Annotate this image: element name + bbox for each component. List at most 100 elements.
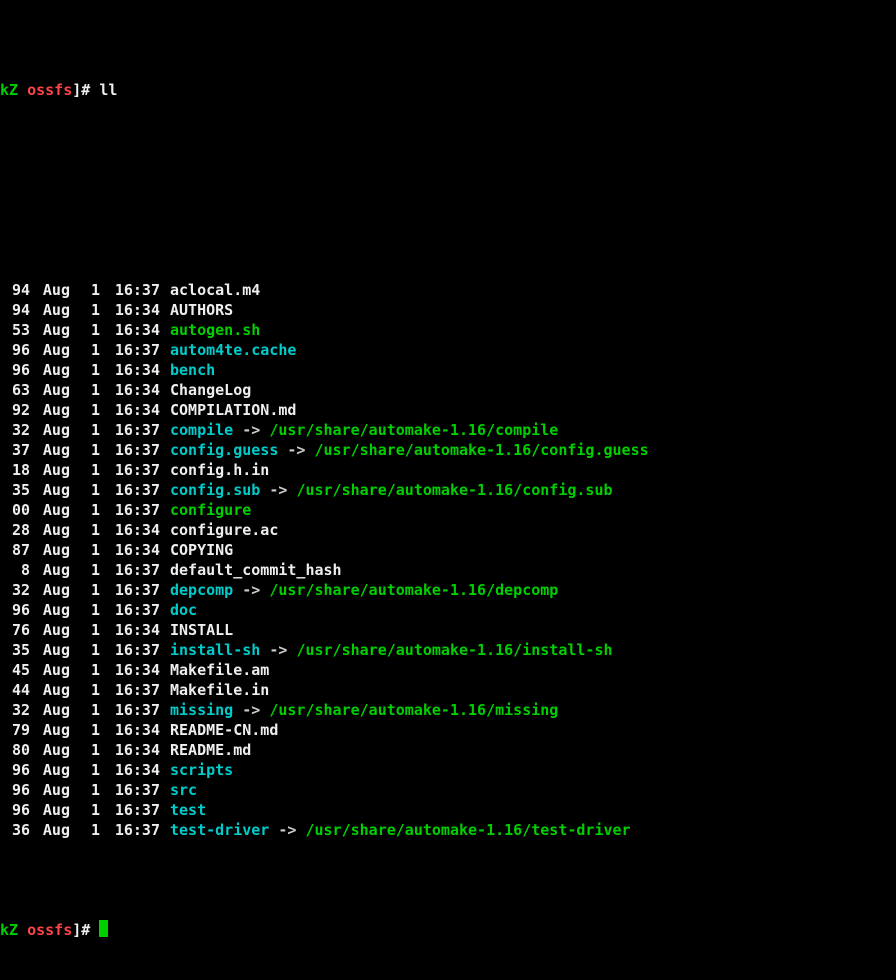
file-size: 94: [0, 300, 30, 320]
file-size: 80: [0, 740, 30, 760]
file-day: 1: [70, 420, 100, 440]
file-name-text: README.md: [170, 741, 251, 759]
file-name-text: scripts: [170, 761, 233, 779]
prompt-bracket: ]: [72, 80, 81, 100]
file-name: configure: [160, 500, 251, 520]
file-name-text: aclocal.m4: [170, 281, 260, 299]
file-day: 1: [70, 440, 100, 460]
file-time: 16:37: [100, 600, 160, 620]
file-month: Aug: [30, 480, 70, 500]
list-item: 18Aug116:37config.h.in: [0, 460, 896, 480]
file-month: Aug: [30, 560, 70, 580]
prompt-line-bottom[interactable]: kZ ossfs ] #: [0, 920, 896, 940]
file-name-text: missing: [170, 701, 233, 719]
file-month: Aug: [30, 580, 70, 600]
list-item: 00Aug116:37configure: [0, 500, 896, 520]
file-size: 53: [0, 320, 30, 340]
symlink-target: /usr/share/automake-1.16/test-driver: [305, 821, 630, 839]
file-size: 35: [0, 480, 30, 500]
file-size: 96: [0, 360, 30, 380]
file-name-text: config.guess: [170, 441, 278, 459]
file-name: configure.ac: [160, 520, 278, 540]
list-item: 28Aug116:34configure.ac: [0, 520, 896, 540]
file-time: 16:34: [100, 520, 160, 540]
file-month: Aug: [30, 420, 70, 440]
file-month: Aug: [30, 440, 70, 460]
symlink-target: /usr/share/automake-1.16/install-sh: [296, 641, 612, 659]
file-time: 16:34: [100, 300, 160, 320]
file-time: 16:37: [100, 800, 160, 820]
file-name: autom4te.cache: [160, 340, 296, 360]
symlink-target: /usr/share/automake-1.16/config.sub: [296, 481, 612, 499]
file-name: AUTHORS: [160, 300, 233, 320]
file-month: Aug: [30, 400, 70, 420]
file-size: 94: [0, 280, 30, 300]
file-name: config.h.in: [160, 460, 269, 480]
prompt-host: kZ: [0, 80, 18, 100]
file-day: 1: [70, 480, 100, 500]
file-time: 16:37: [100, 580, 160, 600]
prompt-bracket: ]: [72, 920, 81, 940]
file-time: 16:34: [100, 620, 160, 640]
file-month: Aug: [30, 540, 70, 560]
file-time: 16:37: [100, 440, 160, 460]
file-time: 16:34: [100, 540, 160, 560]
symlink-arrow: ->: [278, 441, 314, 459]
prompt-marker: #: [81, 920, 90, 940]
file-time: 16:37: [100, 340, 160, 360]
list-item: 45Aug116:34Makefile.am: [0, 660, 896, 680]
file-month: Aug: [30, 360, 70, 380]
file-month: Aug: [30, 520, 70, 540]
file-name: default_commit_hash: [160, 560, 342, 580]
file-time: 16:34: [100, 400, 160, 420]
file-size: 96: [0, 760, 30, 780]
file-time: 16:37: [100, 700, 160, 720]
list-item: 96Aug116:34bench: [0, 360, 896, 380]
file-month: Aug: [30, 660, 70, 680]
file-name: aclocal.m4: [160, 280, 260, 300]
file-day: 1: [70, 820, 100, 840]
file-name-text: src: [170, 781, 197, 799]
file-month: Aug: [30, 780, 70, 800]
file-size: 96: [0, 340, 30, 360]
file-name-text: ChangeLog: [170, 381, 251, 399]
file-time: 16:37: [100, 500, 160, 520]
file-time: 16:34: [100, 360, 160, 380]
file-name: test: [160, 800, 206, 820]
list-item: 35Aug116:37install-sh -> /usr/share/auto…: [0, 640, 896, 660]
file-listing: 94Aug116:37aclocal.m494Aug116:34AUTHORS5…: [0, 280, 896, 840]
file-day: 1: [70, 460, 100, 480]
list-item: 37Aug116:37config.guess -> /usr/share/au…: [0, 440, 896, 460]
file-time: 16:37: [100, 480, 160, 500]
file-name-text: install-sh: [170, 641, 260, 659]
file-name-text: bench: [170, 361, 215, 379]
terminal-output: kZ ossfs ] # ll 94Aug116:37aclocal.m494A…: [0, 0, 896, 980]
file-size: 8: [0, 560, 30, 580]
prompt-host: kZ: [0, 920, 18, 940]
file-month: Aug: [30, 380, 70, 400]
file-name: src: [160, 780, 197, 800]
list-item: 44Aug116:37Makefile.in: [0, 680, 896, 700]
file-size: 32: [0, 580, 30, 600]
file-name: autogen.sh: [160, 320, 260, 340]
list-item: 96Aug116:37doc: [0, 600, 896, 620]
file-day: 1: [70, 640, 100, 660]
file-time: 16:37: [100, 820, 160, 840]
file-day: 1: [70, 560, 100, 580]
file-name-text: configure.ac: [170, 521, 278, 539]
list-item: 63Aug116:34ChangeLog: [0, 380, 896, 400]
file-size: 32: [0, 700, 30, 720]
file-name-text: autom4te.cache: [170, 341, 296, 359]
file-size: 28: [0, 520, 30, 540]
file-day: 1: [70, 380, 100, 400]
file-time: 16:34: [100, 740, 160, 760]
file-size: 44: [0, 680, 30, 700]
list-item: 32Aug116:37missing -> /usr/share/automak…: [0, 700, 896, 720]
prompt-line-top[interactable]: kZ ossfs ] # ll: [0, 80, 896, 100]
cursor: [99, 920, 108, 937]
file-name: doc: [160, 600, 197, 620]
file-size: 76: [0, 620, 30, 640]
file-name: INSTALL: [160, 620, 233, 640]
file-day: 1: [70, 760, 100, 780]
file-time: 16:37: [100, 420, 160, 440]
